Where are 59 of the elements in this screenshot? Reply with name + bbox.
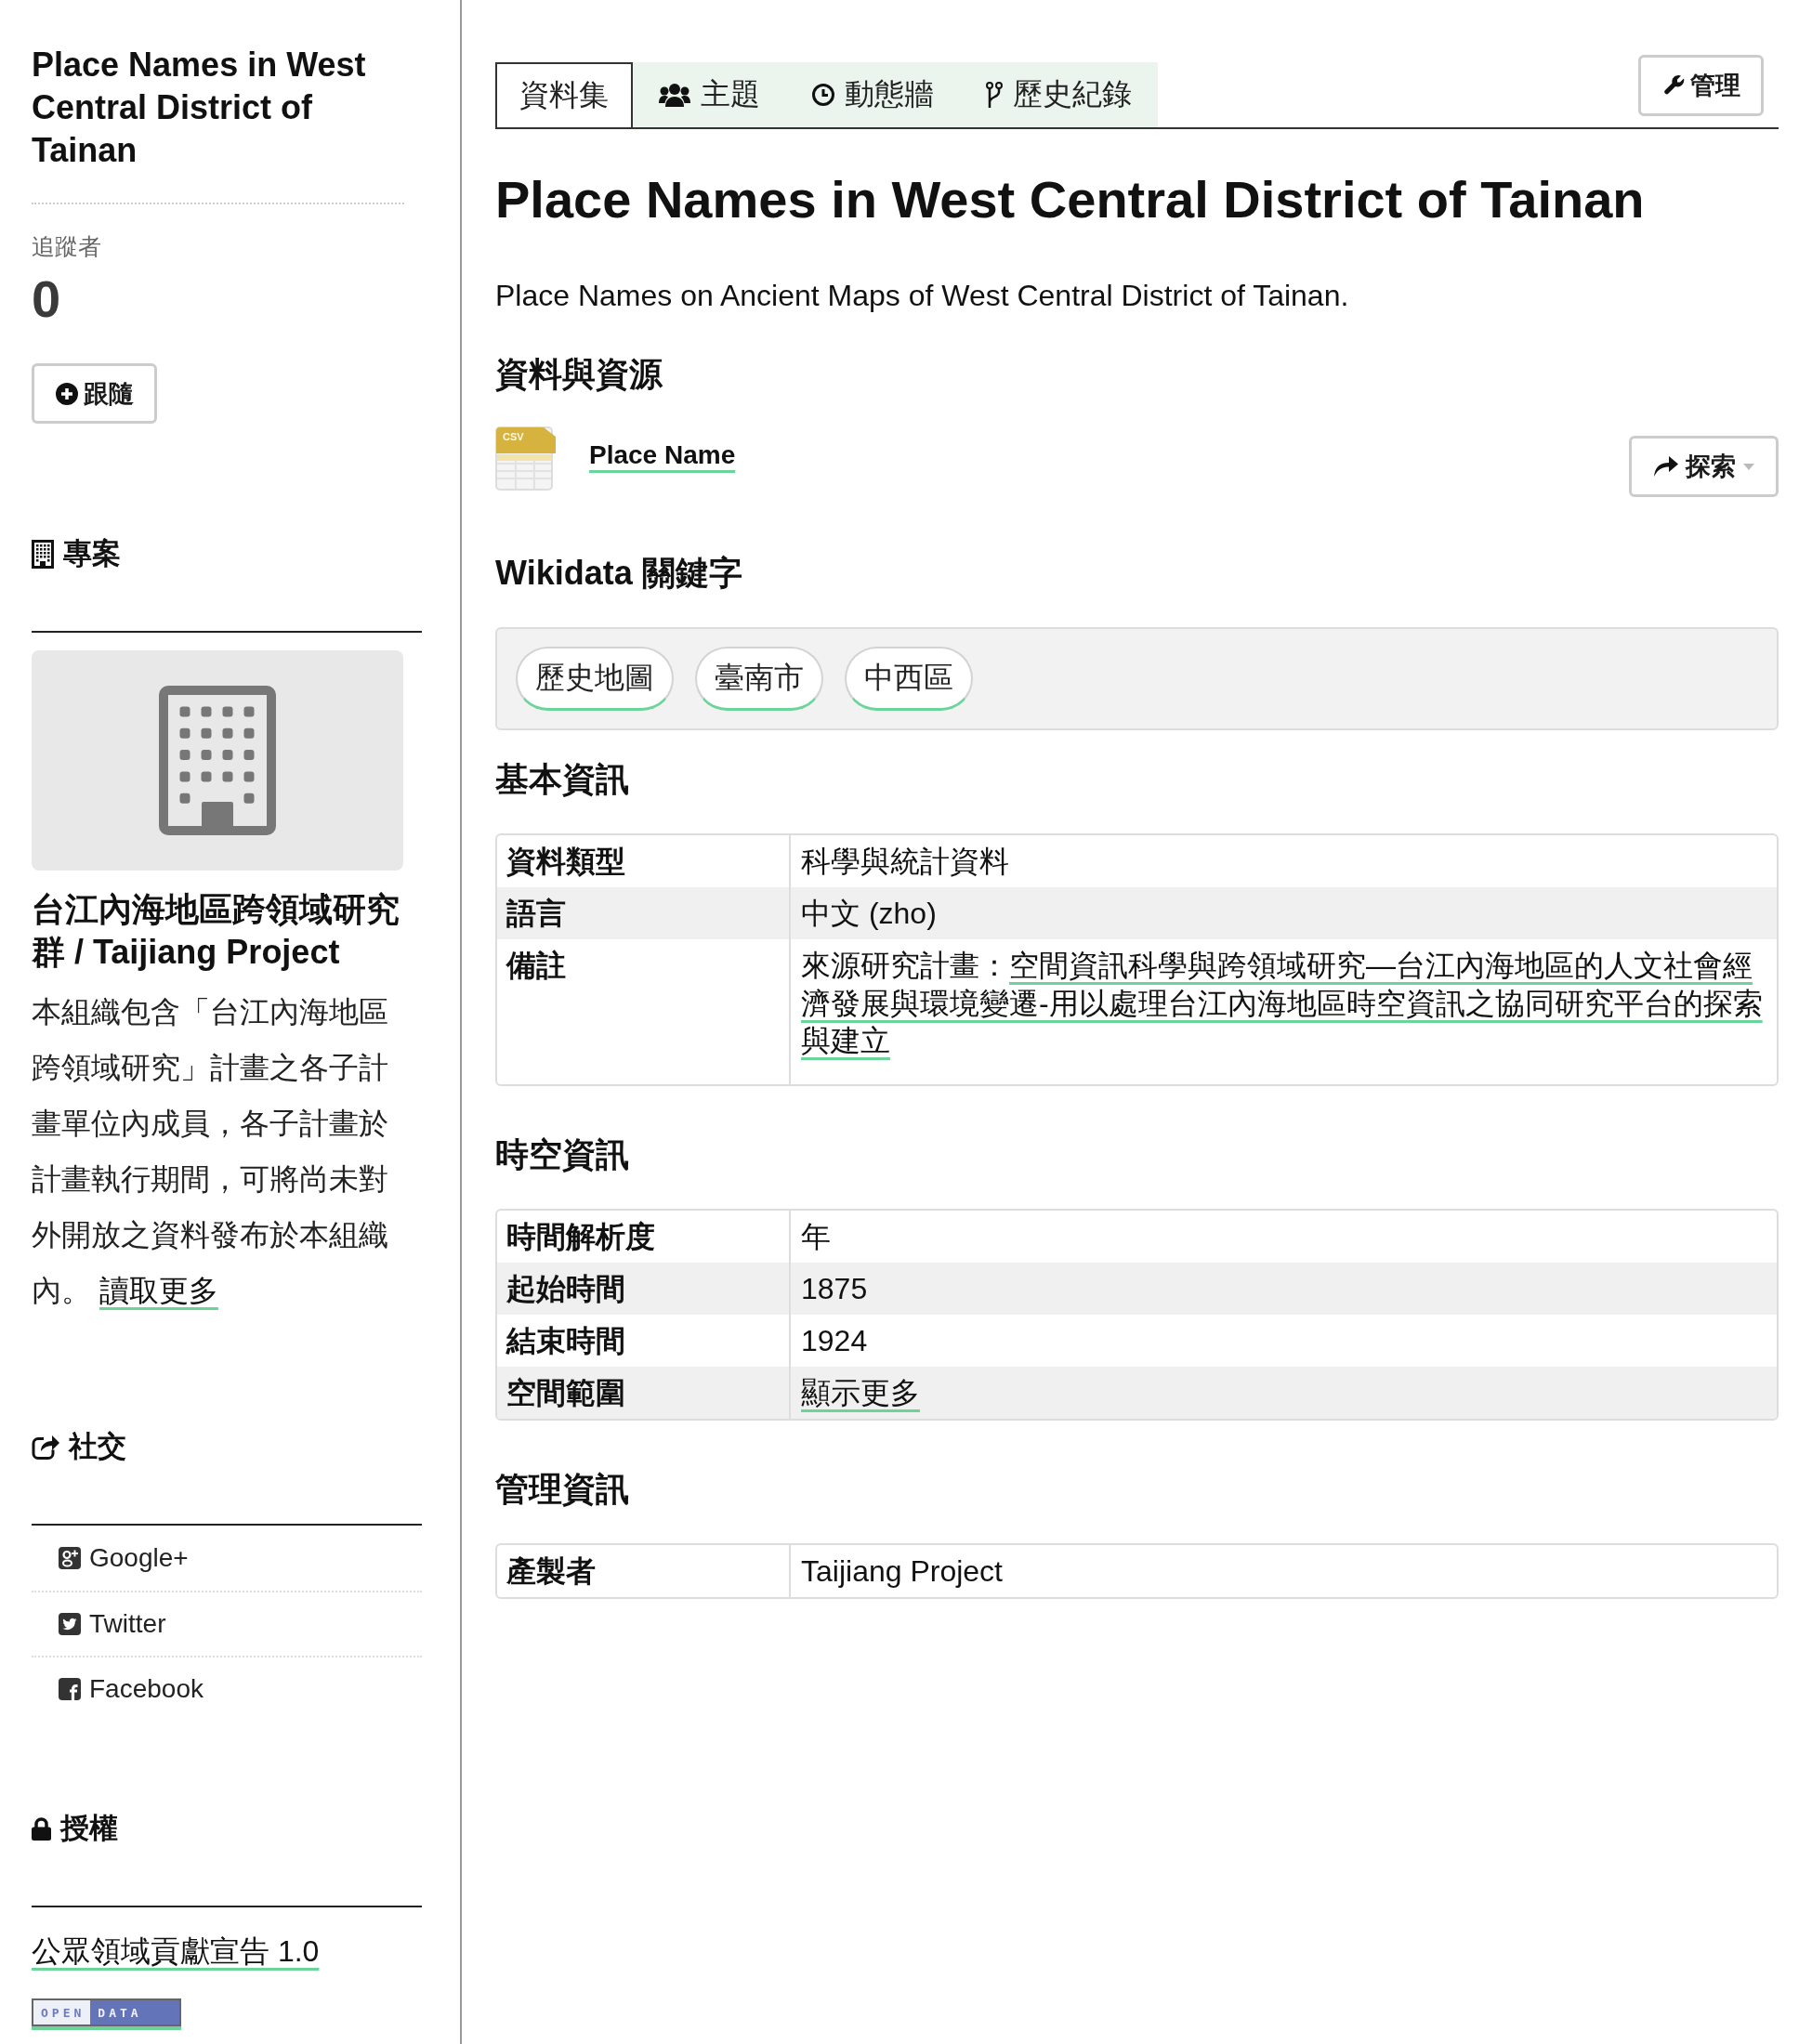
resource-link[interactable]: Place Name	[589, 439, 736, 471]
followers-label: 追蹤者	[32, 232, 102, 261]
google-plus-icon	[59, 1547, 81, 1569]
wrench-icon	[1661, 74, 1685, 97]
table-cell: 1875	[791, 1262, 1777, 1315]
share-icon	[1653, 456, 1678, 477]
row-label: 起始時間	[497, 1262, 791, 1315]
row-label: 語言	[497, 887, 791, 939]
explore-button[interactable]: 探索	[1629, 436, 1779, 497]
tab[interactable]: 動態牆	[786, 62, 960, 127]
tab[interactable]: 歷史紀錄	[960, 62, 1158, 127]
lock-icon	[32, 1816, 51, 1841]
row-label: 備註	[497, 939, 791, 1084]
keyword-tag[interactable]: 歷史地圖	[516, 647, 674, 711]
organization-name: 台江內海地區跨領域研究群 / Taijiang Project	[32, 889, 401, 973]
section-heading: 授權	[60, 1811, 118, 1846]
tab[interactable]: 資料集	[495, 62, 633, 127]
dataset-description: Place Names on Ancient Maps of West Central District of Tainan.	[495, 278, 1350, 314]
row-label: 產製者	[497, 1544, 791, 1597]
keyword-tag[interactable]: 臺南市	[695, 647, 823, 711]
section-heading: Wikidata 關鍵字	[495, 553, 743, 594]
section-heading: 社交	[69, 1429, 126, 1464]
branch-icon	[986, 82, 1003, 108]
social-link[interactable]: Facebook	[59, 1674, 204, 1704]
section-heading: 資料與資源	[495, 354, 663, 395]
table-cell: 中文 (zho)	[791, 887, 1777, 939]
row-label: 空間範圍	[497, 1366, 791, 1419]
note-text: 來源研究計畫：空間資訊科學與跨領域研究—台江內海地區的人文社會經濟發展與環境變遷-用以處理台江內海地區時空資訊之協同研究平台的探索與建立	[801, 948, 1764, 1060]
manage-button[interactable]: 管理	[1638, 55, 1764, 116]
table-link[interactable]: 顯示更多	[801, 1375, 920, 1409]
caret-icon	[1742, 463, 1754, 470]
table-cell-text: 1924	[800, 1322, 869, 1359]
section-heading: 管理資訊	[495, 1468, 630, 1510]
twitter-icon	[59, 1613, 81, 1635]
section-heading: 專案	[63, 536, 121, 571]
table-cell-text: 年	[800, 1218, 832, 1255]
social-link[interactable]: Twitter	[59, 1609, 166, 1639]
social-link[interactable]: Google+	[59, 1543, 189, 1573]
facebook-icon	[59, 1678, 81, 1700]
organization-description: 本組織包含「台江內海地區跨領域研究」計畫之各子計畫單位內成員，各子計畫於計畫執行期間，可將尚未對外開放之資料發布於本組織內。 讀取更多	[32, 994, 389, 1309]
csv-file-icon: CSV	[495, 426, 556, 491]
sidebar-title: Place Names in West Central District of Tainan	[32, 45, 367, 171]
followers-count: 0	[32, 271, 62, 327]
table-cell-text: Taijiang Project	[800, 1553, 1004, 1590]
building-icon	[159, 686, 276, 835]
page-title: Place Names in West Central District of Tainan	[495, 172, 1646, 228]
follow-button[interactable]: 跟隨	[32, 363, 157, 424]
read-more-link[interactable]: 讀取更多	[98, 1274, 218, 1307]
users-icon	[659, 83, 690, 107]
section-heading: 基本資訊	[495, 759, 630, 800]
building-icon	[32, 539, 54, 569]
clock-icon	[812, 84, 834, 106]
section-heading: 時空資訊	[495, 1133, 630, 1175]
table-cell-text: 科學與統計資料	[800, 844, 1010, 880]
plus-circle-icon	[55, 382, 78, 405]
keyword-tag[interactable]: 中西區	[845, 647, 973, 711]
share-icon	[32, 1434, 59, 1460]
tab[interactable]: 主題	[633, 62, 786, 127]
license-link[interactable]: 公眾領域貢獻宣告 1.0	[32, 1933, 320, 1970]
